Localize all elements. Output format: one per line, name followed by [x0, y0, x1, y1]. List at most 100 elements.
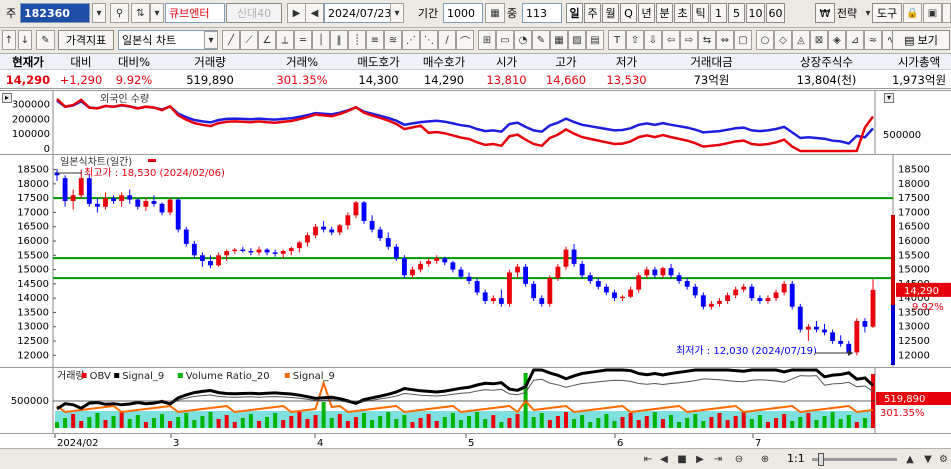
interval-tab[interactable]: 월 — [602, 3, 619, 23]
pencil-icon[interactable]: ✎ — [532, 30, 550, 50]
drawing-toolbar: ↑ ↓ ✎ 가격지표 일본식 차트 ▾ ╱ ⟋ ∠ ⟂ ═ │ ‖ ┊ ≡ ≋ ⋰ ⋱ ∕ ⌒ ⊞ ▭ ◔ ✎ ▦ ▨… — [0, 28, 951, 54]
perpendicular-icon[interactable]: ⟂ — [276, 30, 294, 50]
pattern-1-icon[interactable]: ▦ — [550, 30, 568, 50]
sort-dropdown-icon[interactable]: ▾ — [150, 3, 164, 23]
arc-icon[interactable]: ⌒ — [456, 30, 474, 50]
candle-body — [78, 178, 84, 196]
pattern-3-icon[interactable]: ▤ — [586, 30, 604, 50]
panel-expand-icon[interactable]: ▸ — [2, 93, 12, 103]
diagonal-icon[interactable]: ∕ — [438, 30, 456, 50]
zoom-slider-thumb[interactable] — [818, 453, 824, 466]
candle-body — [143, 201, 149, 207]
stretch-icon[interactable]: ⇔ — [716, 30, 734, 50]
view-button[interactable]: ▤ 보기 — [892, 30, 950, 50]
horizontal-line-icon[interactable]: ═ — [294, 30, 312, 50]
stop-icon[interactable]: ■ — [674, 450, 690, 468]
interval-tab[interactable]: 60 — [766, 3, 785, 23]
price-indicator-button[interactable]: 가격지표 — [58, 30, 114, 50]
overlap-input[interactable]: 113 — [522, 3, 562, 23]
scroll-left-icon[interactable]: ◀ — [656, 450, 672, 468]
volume-bar — [588, 422, 593, 428]
sort-icon[interactable]: ⇅ — [131, 3, 150, 23]
interval-tab[interactable]: 초 — [674, 3, 691, 23]
pattern-2-icon[interactable]: ▨ — [568, 30, 586, 50]
color-icon[interactable]: ◈ — [828, 30, 846, 50]
scroll-up-icon[interactable]: ▲ — [902, 450, 918, 468]
trend-line-icon[interactable]: ╱ — [222, 30, 240, 50]
approx-icon[interactable]: ≈ — [864, 30, 882, 50]
scroll-last-icon[interactable]: ⇥ — [710, 450, 726, 468]
interval-tab[interactable]: 일 — [566, 3, 583, 23]
dotted-line-icon[interactable]: ┊ — [348, 30, 366, 50]
arrow-left-tool-icon[interactable]: ⇦ — [662, 30, 680, 50]
arrow-down-icon[interactable]: ↓ — [18, 30, 32, 50]
date-dropdown-icon[interactable]: ▾ — [390, 3, 404, 23]
candle-body — [523, 266, 529, 284]
interval-tab[interactable]: 주 — [584, 3, 601, 23]
angle-line-icon[interactable]: ∠ — [258, 30, 276, 50]
edit-icon[interactable]: ✎ — [36, 30, 55, 50]
volume-bar — [539, 413, 544, 428]
volume-bar — [838, 419, 843, 428]
fan-up-icon[interactable]: ⋰ — [402, 30, 420, 50]
candle-body — [579, 263, 585, 276]
grid-icon[interactable]: ▦ — [485, 3, 505, 23]
scroll-down-icon[interactable]: ▼ — [920, 450, 936, 468]
angle-tool-icon[interactable]: ⊿ — [846, 30, 864, 50]
quote-header-cell: 고가 — [555, 54, 577, 69]
candle-body — [498, 298, 504, 304]
interval-tab[interactable]: 10 — [746, 3, 765, 23]
interval-tab[interactable]: 5 — [728, 3, 745, 23]
interval-tab[interactable]: 1 — [710, 3, 727, 23]
code-dropdown-icon[interactable]: ▾ — [92, 3, 106, 23]
diamond-icon[interactable]: ◇ — [774, 30, 792, 50]
interval-tab[interactable]: 틱 — [692, 3, 709, 23]
lock-icon[interactable]: 🔒 — [903, 3, 922, 23]
scroll-right-icon[interactable]: ▶ — [692, 450, 708, 468]
pie-icon[interactable]: ◔ — [514, 30, 532, 50]
save-icon[interactable]: ▣ — [923, 3, 942, 23]
zoom-slider[interactable] — [812, 453, 897, 466]
legend-swatch — [284, 373, 290, 378]
arrow-up-icon[interactable]: ↑ — [2, 30, 16, 50]
chart-type-dropdown-icon[interactable]: ▾ — [204, 31, 218, 49]
scroll-first-icon[interactable]: ⇤ — [640, 450, 656, 468]
parallel-lines-icon[interactable]: ‖ — [330, 30, 348, 50]
grid-tool-icon[interactable]: ⊞ — [478, 30, 496, 50]
arrow-right-tool-icon[interactable]: ⇨ — [680, 30, 698, 50]
settings-icon[interactable]: ⚙ — [936, 450, 951, 468]
open-icon[interactable] — [942, 3, 951, 23]
panel-menu-icon[interactable]: ▾ — [884, 93, 894, 103]
square-icon[interactable]: ▢ — [734, 30, 752, 50]
y-tick-label: 15000 — [17, 265, 49, 276]
cross-box-icon[interactable]: ⊠ — [810, 30, 828, 50]
vertical-line-icon[interactable]: │ — [312, 30, 330, 50]
zoom-out-icon[interactable]: ⊖ — [730, 450, 748, 468]
text-tool-icon[interactable]: T — [608, 30, 626, 50]
arrow-down-tool-icon[interactable]: ⇩ — [644, 30, 662, 50]
search-icon[interactable]: ⚲ — [110, 3, 129, 23]
rectangle-icon[interactable]: ▭ — [496, 30, 514, 50]
zoom-in-icon[interactable]: ⊕ — [756, 450, 774, 468]
previous-icon[interactable]: ◀ — [305, 3, 324, 23]
wave-icon[interactable]: ≋ — [384, 30, 402, 50]
chart-type-select[interactable]: 일본식 차트 — [118, 30, 218, 50]
interval-tab[interactable]: Q — [620, 3, 637, 23]
next-icon[interactable]: ▶ — [287, 3, 306, 23]
period-input[interactable]: 1000 — [443, 3, 483, 23]
candle-body — [612, 292, 617, 299]
strategy-button[interactable]: 전략 — [832, 3, 862, 23]
triangle-icon[interactable]: ◬ — [792, 30, 810, 50]
interval-tab[interactable]: 분 — [656, 3, 673, 23]
x-axis: 2024/02 3 4 5 6 7 — [0, 433, 951, 449]
arrow-up-tool-icon[interactable]: ⇧ — [626, 30, 644, 50]
interval-tab[interactable]: 년 — [638, 3, 655, 23]
stock-code-input[interactable]: 182360 — [20, 3, 90, 23]
tools-button[interactable]: 도구 — [872, 3, 902, 23]
fan-down-icon[interactable]: ⋱ — [420, 30, 438, 50]
fibonacci-icon[interactable]: ≡ — [366, 30, 384, 50]
swap-icon[interactable]: ⇆ — [698, 30, 716, 50]
circle-icon[interactable]: ○ — [756, 30, 774, 50]
candle-body — [854, 321, 860, 353]
ray-line-icon[interactable]: ⟋ — [240, 30, 258, 50]
